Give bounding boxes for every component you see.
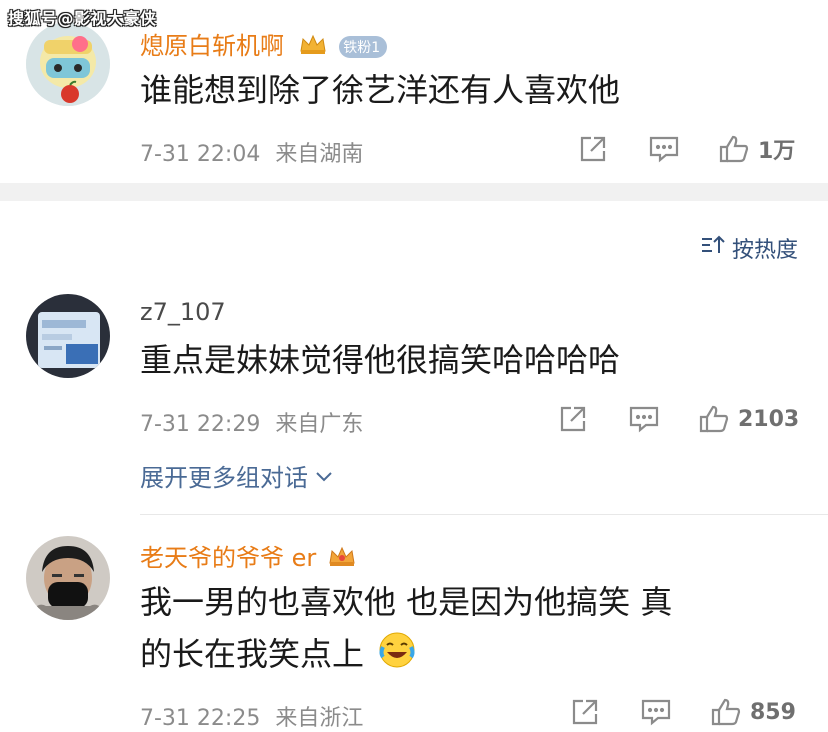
location: 来自湖南: [275, 142, 364, 167]
timestamp: 7-31 22:29: [140, 412, 261, 437]
share-icon: [578, 134, 608, 164]
comment-text: 谁能想到除了徐艺洋还有人喜欢他: [140, 71, 621, 109]
username[interactable]: 老天爷的爷爷 er: [140, 538, 356, 573]
sort-button[interactable]: 按热度: [700, 232, 798, 264]
comment-icon: [640, 697, 672, 727]
badge-label: 铁粉1: [339, 36, 388, 58]
crown-icon: [298, 33, 328, 61]
like-icon: [710, 696, 742, 728]
username[interactable]: 熄原白斩机啊 铁粉1: [140, 26, 388, 61]
share-icon: [558, 404, 588, 434]
comment-icon: [628, 404, 660, 434]
username-text[interactable]: 老天爷的爷爷 er: [140, 544, 316, 572]
comment-icon: [648, 134, 680, 164]
username[interactable]: z7_107: [140, 298, 226, 326]
comment-button[interactable]: [640, 697, 672, 727]
expand-conversation-link[interactable]: 展开更多组对话: [140, 458, 334, 493]
comment-button[interactable]: [628, 404, 660, 434]
comment-text-line: 我一男的也喜欢他 也是因为他搞笑 真: [140, 583, 673, 621]
comment-meta: 7-31 22:04 来自湖南: [140, 136, 363, 168]
avatar[interactable]: [26, 536, 110, 620]
username-text[interactable]: 熄原白斩机啊: [140, 32, 284, 60]
like-count: 2103: [738, 406, 800, 432]
laugh-cry-emoji: [378, 631, 416, 682]
timestamp: 7-31 22:25: [140, 706, 261, 731]
like-button[interactable]: 859: [710, 696, 796, 728]
comment-text-line2: 的长在我笑点上: [140, 635, 365, 673]
like-button[interactable]: 2103: [698, 403, 799, 435]
avatar[interactable]: [26, 294, 110, 378]
comment-meta: 7-31 22:29 来自广东: [140, 406, 363, 438]
sort-icon: [700, 234, 726, 262]
section-divider: [0, 183, 828, 201]
crown-icon: [328, 545, 356, 573]
share-icon: [570, 697, 600, 727]
like-button[interactable]: 1万: [718, 133, 795, 165]
sort-label[interactable]: 按热度: [732, 232, 798, 264]
fan-badge: 铁粉1: [298, 32, 388, 60]
like-icon: [718, 133, 750, 165]
like-count: 859: [750, 699, 796, 725]
share-button[interactable]: [578, 134, 608, 164]
comment-button[interactable]: [648, 134, 680, 164]
timestamp: 7-31 22:04: [140, 142, 261, 167]
expand-label[interactable]: 展开更多组对话: [140, 458, 308, 493]
watermark: 搜狐号@影视大豪侠: [8, 9, 157, 28]
location: 来自广东: [275, 412, 364, 437]
location: 来自浙江: [275, 706, 364, 731]
share-button[interactable]: [570, 697, 600, 727]
comment-text: 重点是妹妹觉得他很搞笑哈哈哈哈: [140, 341, 621, 379]
comment-text-line: 的长在我笑点上: [140, 630, 416, 682]
comment-meta: 7-31 22:25 来自浙江: [140, 700, 363, 732]
like-icon: [698, 403, 730, 435]
divider: [140, 514, 828, 515]
avatar[interactable]: [26, 22, 110, 106]
share-button[interactable]: [558, 404, 588, 434]
chevron-down-icon: [314, 462, 334, 490]
like-count: 1万: [758, 139, 796, 164]
